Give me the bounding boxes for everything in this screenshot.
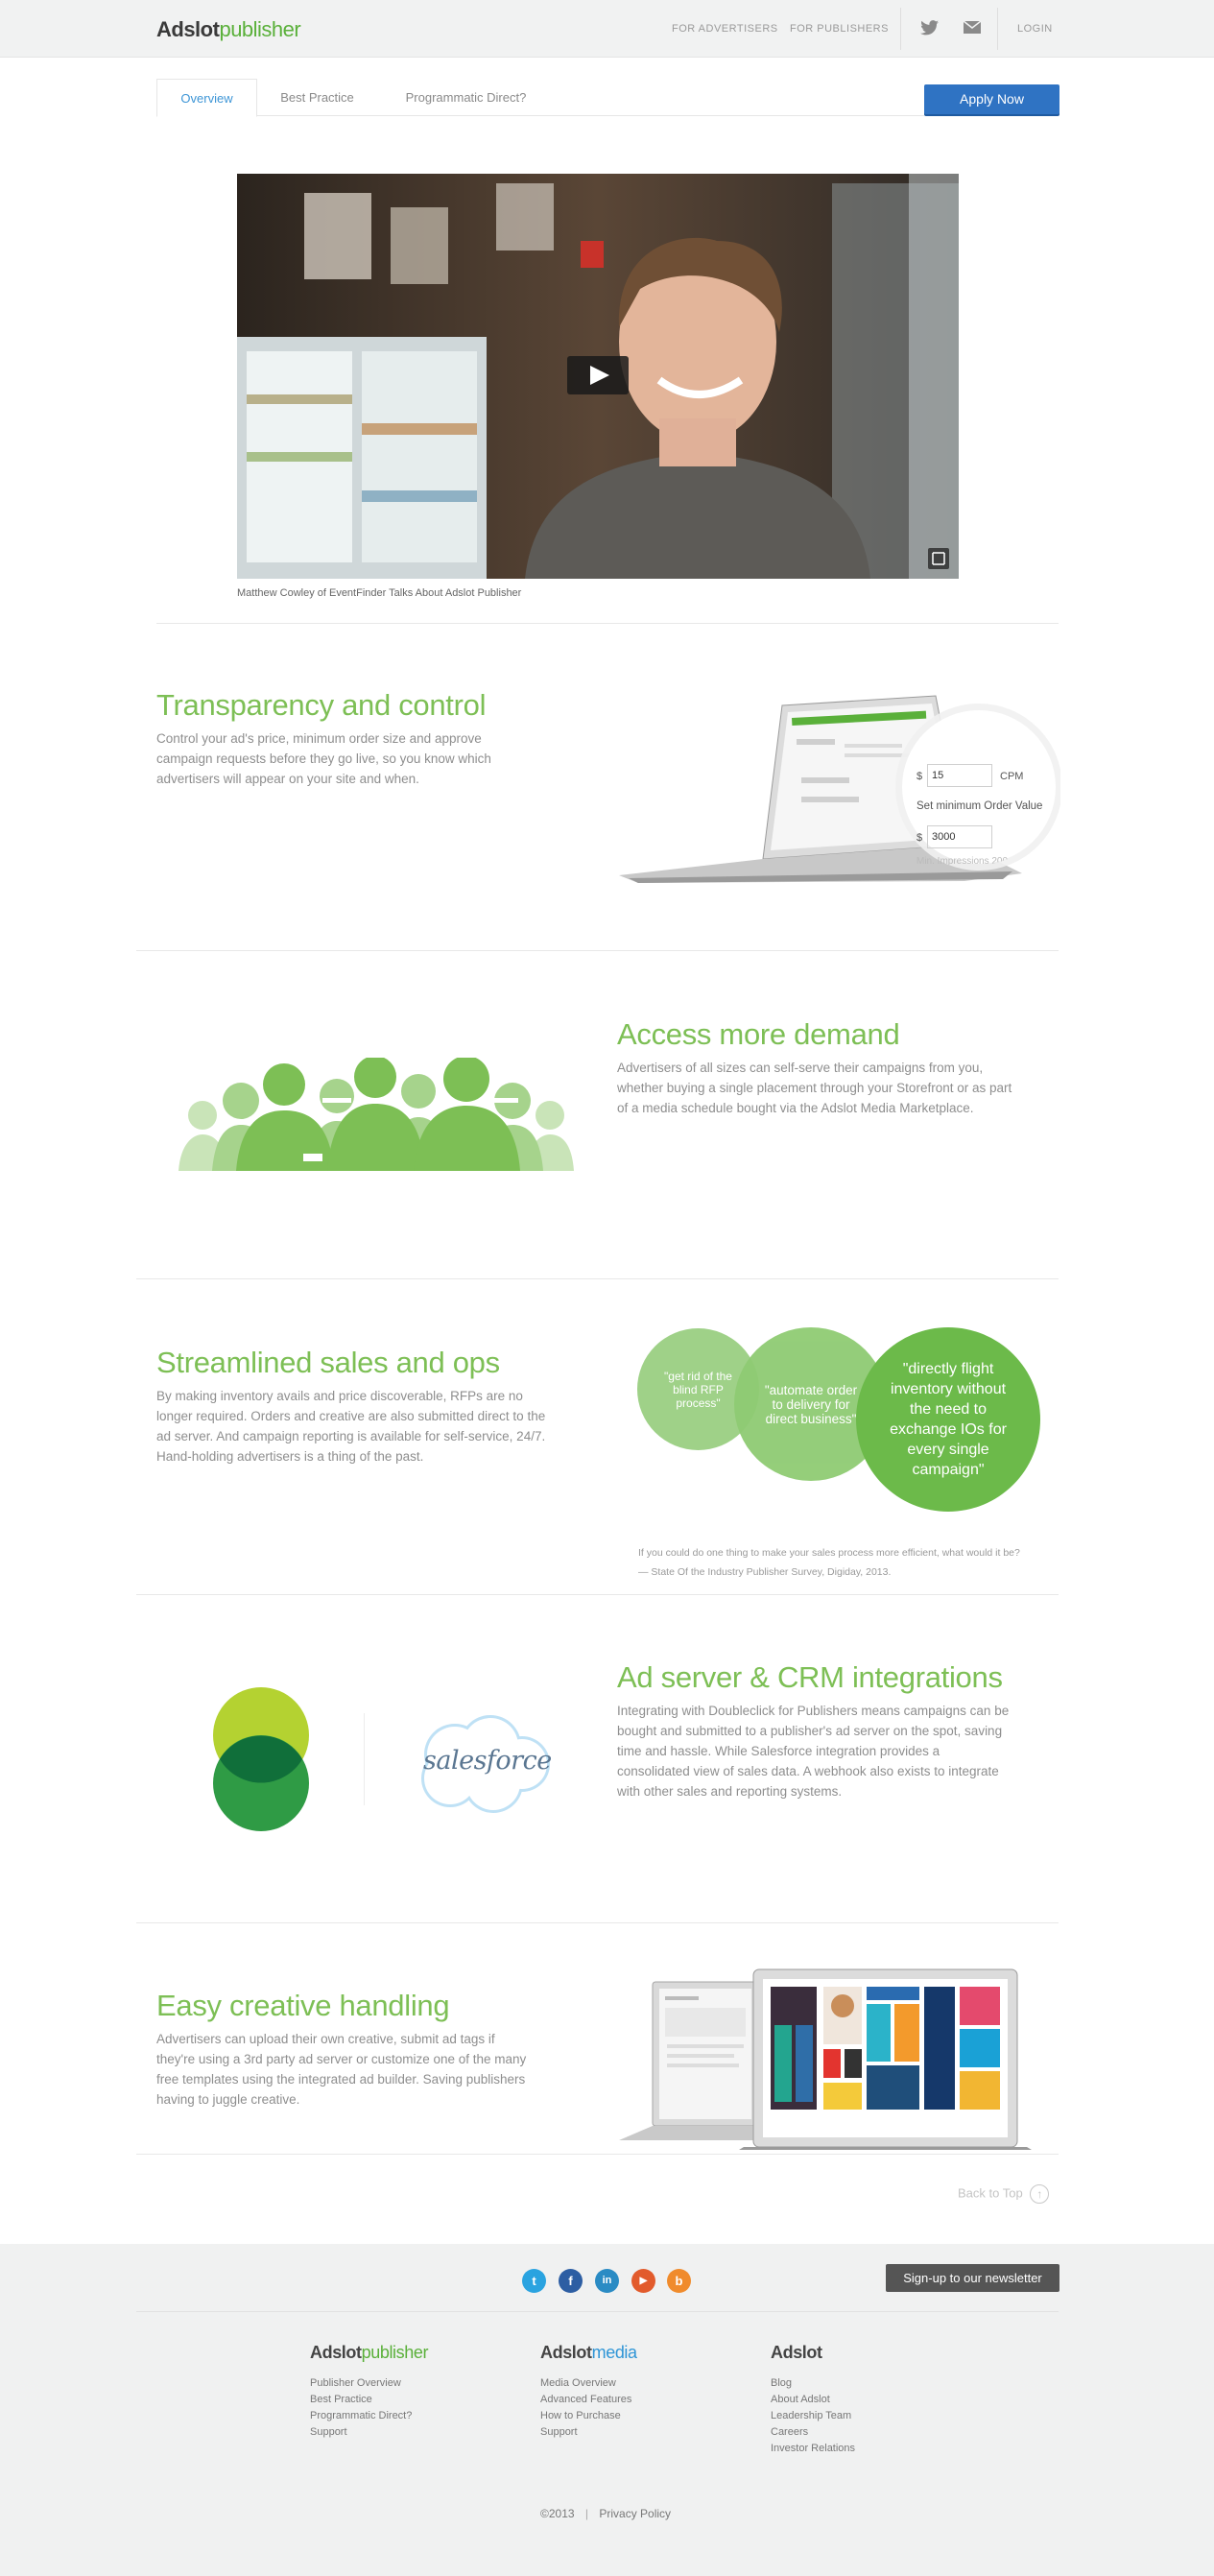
divider [136,1594,1059,1595]
cpm-label: CPM [1000,771,1024,782]
footer-logo-adslot: Adslot [310,2343,362,2362]
footer-logo-media[interactable]: Adslotmedia [540,2343,637,2363]
section-text-demand: Advertisers of all sizes can self-serve … [617,1061,1012,1115]
footer-link[interactable]: Leadership Team [771,2410,851,2421]
facebook-icon[interactable]: f [559,2269,583,2293]
back-to-top-link[interactable]: Back to Top ↑ [958,2184,1050,2204]
arrow-up-icon: ↑ [1030,2184,1050,2204]
footer-link[interactable]: Careers [771,2426,808,2438]
tab-overview[interactable]: Overview [156,79,257,117]
newsletter-signup-button[interactable]: Sign-up to our newsletter [886,2264,1059,2292]
survey-source: — State Of the Industry Publisher Survey… [638,1566,892,1578]
footer-logo-publisher[interactable]: Adslotpublisher [310,2343,428,2363]
section-title-streamlined: Streamlined sales and ops [156,1346,500,1379]
divider [136,1922,1059,1923]
divider [136,2154,1059,2155]
blogger-icon[interactable]: b [667,2269,691,2293]
impressions-label: Min. Impressions 200,000 [916,856,1027,865]
divider [136,1278,1059,1279]
section-title-demand: Access more demand [617,1017,900,1051]
youtube-icon[interactable]: ▶ [631,2269,655,2293]
video-caption: Matthew Cowley of EventFinder Talks Abou… [237,587,522,599]
salesforce-wordmark: salesforce [423,1746,552,1776]
cpm-field: 15 [927,764,992,787]
tab-programmatic-direct[interactable]: Programmatic Direct? [387,79,545,116]
section-text-streamlined: By making inventory avails and price dis… [156,1389,546,1464]
footer-link[interactable]: Blog [771,2377,792,2389]
audience-illustration [169,1056,583,1171]
nav-for-publishers[interactable]: FOR PUBLISHERS [790,23,889,35]
logo[interactable]: Adslotpublisher [156,17,301,42]
section-title-creative: Easy creative handling [156,1989,450,2022]
tab-best-practice[interactable]: Best Practice [267,79,368,116]
apply-now-button[interactable]: Apply Now [924,84,1059,114]
copyright: ©2013 | Privacy Policy [540,2507,671,2520]
twitter-icon[interactable] [920,19,940,36]
section-title-transparency: Transparency and control [156,688,487,722]
salesforce-logo: salesforce [412,1711,552,1815]
back-to-top-label: Back to Top [958,2185,1023,2201]
footer-logo-adslot: Adslot [540,2343,592,2362]
min-order-label: Set minimum Order Value [916,800,1043,812]
footer-link[interactable]: Best Practice [310,2394,372,2405]
footer-logo-adslot-corp[interactable]: Adslot [771,2343,822,2363]
separator: | [584,2507,589,2520]
footer-link[interactable]: About Adslot [771,2394,830,2405]
devices-illustration [619,1968,1032,2150]
login-link[interactable]: LOGIN [1017,23,1053,35]
min-order-field: 3000 [927,825,992,848]
twitter-icon[interactable]: t [522,2269,546,2293]
footer-link[interactable]: Publisher Overview [310,2377,401,2389]
nav-for-advertisers[interactable]: FOR ADVERTISERS [672,23,778,35]
section-text-creative: Advertisers can upload their own creativ… [156,2032,527,2107]
footer-link[interactable]: Advanced Features [540,2394,631,2405]
divider [156,623,1059,624]
divider [997,8,998,50]
survey-quote: If you could do one thing to make your s… [638,1543,1020,1582]
footer-link[interactable]: How to Purchase [540,2410,621,2421]
footer-logo-adslot: Adslot [771,2343,822,2362]
doubleclick-logo [209,1686,315,1832]
survey-question: If you could do one thing to make your s… [638,1547,1020,1559]
laptop-illustration: $ 15 CPM Set minimum Order Value $ 3000 … [619,691,1062,893]
section-title-integrations: Ad server & CRM integrations [617,1660,1003,1694]
divider [364,1713,365,1805]
currency-symbol: $ [916,771,923,782]
quote-bubble-large: "directly flight inventory without the n… [856,1327,1040,1512]
footer-link[interactable]: Programmatic Direct? [310,2410,412,2421]
divider [136,2311,1059,2312]
logo-adslot: Adslot [156,17,220,41]
footer-link[interactable]: Support [310,2426,347,2438]
section-text-integrations: Integrating with Doubleclick for Publish… [617,1704,1010,1799]
section-text-transparency: Control your ad's price, minimum order s… [156,731,491,786]
footer-logo-suffix: publisher [361,2343,429,2362]
privacy-policy-link[interactable]: Privacy Policy [599,2507,671,2520]
footer-logo-suffix: media [591,2343,637,2362]
divider [136,950,1059,951]
footer-link[interactable]: Investor Relations [771,2443,855,2454]
currency-symbol: $ [916,832,923,844]
copyright-text: ©2013 [540,2507,575,2520]
linkedin-icon[interactable]: in [595,2269,619,2293]
tab-bar: Overview Best Practice Programmatic Dire… [156,79,924,117]
video-player[interactable] [237,174,959,579]
footer-link[interactable]: Support [540,2426,578,2438]
footer-link[interactable]: Media Overview [540,2377,616,2389]
logo-publisher: publisher [219,17,301,41]
divider [900,8,901,50]
mail-icon[interactable] [963,20,983,38]
